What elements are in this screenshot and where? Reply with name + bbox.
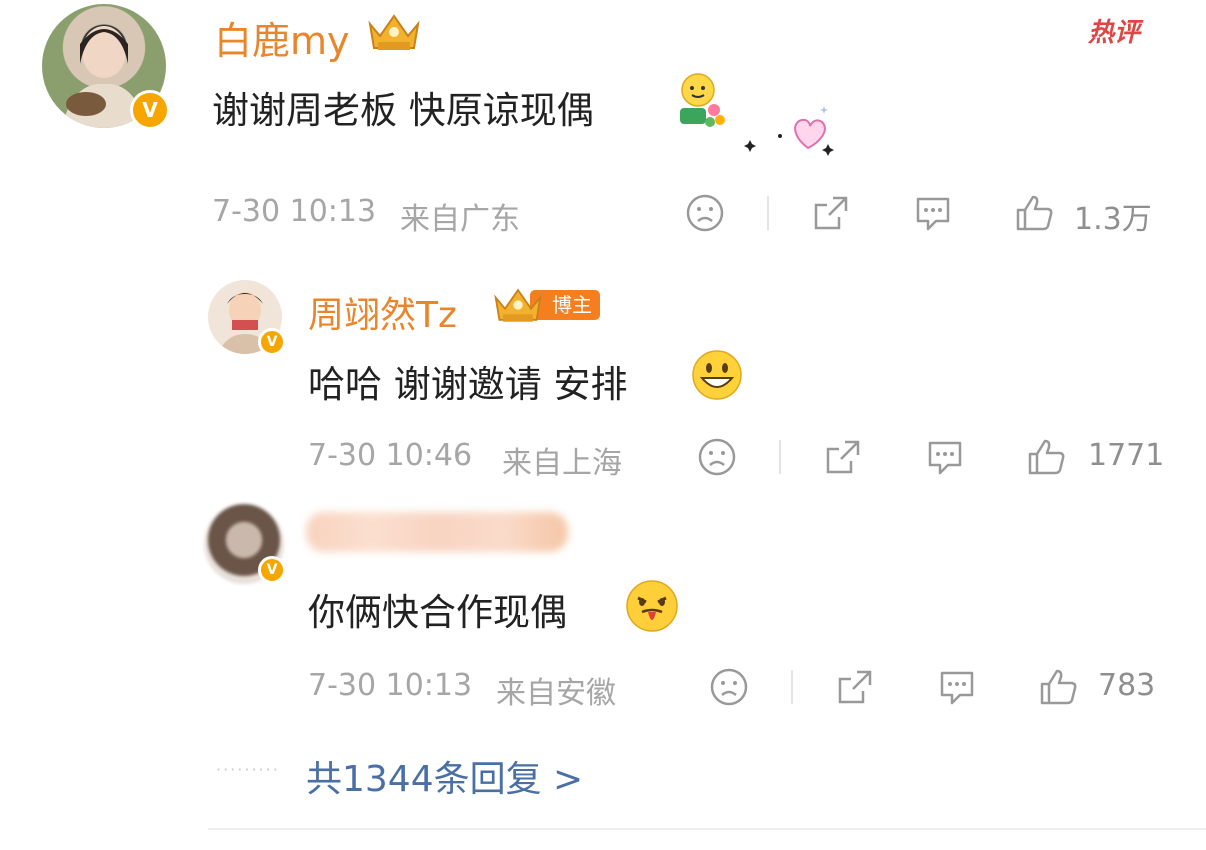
- like-button[interactable]: [1012, 190, 1058, 236]
- comment-location: 来自安徽: [496, 676, 616, 711]
- reply-button[interactable]: [922, 434, 968, 480]
- divider: [791, 670, 793, 704]
- more-replies-dots: ·········: [216, 760, 280, 779]
- sad-face-icon: [686, 194, 724, 232]
- username[interactable]: 白鹿my: [214, 10, 350, 65]
- reply-button[interactable]: [934, 664, 980, 710]
- comment-icon: [916, 197, 950, 231]
- verified-badge-icon: V: [258, 556, 286, 584]
- divider: [767, 196, 769, 230]
- crown-badge-icon: [368, 14, 420, 50]
- share-icon: [838, 670, 872, 704]
- comment-text: 谢谢周老板 快原谅现偶: [212, 89, 594, 132]
- share-button[interactable]: [820, 434, 866, 480]
- comment-text: 你俩快合作现偶: [308, 591, 567, 634]
- hot-comment-badge: 热评: [1088, 18, 1141, 48]
- share-icon: [826, 440, 860, 474]
- dislike-button[interactable]: [706, 664, 752, 710]
- comment-location: 来自广东: [400, 202, 520, 237]
- heart-sticker-icon: [744, 106, 834, 156]
- verified-badge-icon: V: [258, 328, 286, 356]
- comment-text: 哈哈 谢谢邀请 安排: [308, 363, 628, 406]
- view-all-replies-link[interactable]: 共1344条回复 >: [306, 750, 583, 802]
- comment-time: 7-30 10:13: [308, 668, 473, 703]
- sad-face-icon: [710, 668, 748, 706]
- like-button[interactable]: [1036, 664, 1082, 710]
- like-count: 1771: [1088, 438, 1165, 473]
- comment-time: 7-30 10:13: [212, 194, 377, 229]
- username[interactable]: 周翊然Tz: [308, 286, 457, 338]
- dislike-button[interactable]: [694, 434, 740, 480]
- sad-face-icon: [698, 438, 736, 476]
- share-icon: [814, 196, 848, 230]
- like-count: 1.3万: [1074, 202, 1152, 237]
- gift-emoji-icon: [680, 73, 725, 127]
- reply-button[interactable]: [910, 190, 956, 236]
- share-button[interactable]: [808, 190, 854, 236]
- like-button[interactable]: [1024, 434, 1070, 480]
- thumbs-up-icon: [1016, 195, 1053, 231]
- tongue-emoji-icon: [626, 580, 678, 632]
- comment-icon: [928, 441, 962, 475]
- dislike-button[interactable]: [682, 190, 728, 236]
- comment-icon: [940, 671, 974, 705]
- crown-badge-icon: [494, 288, 542, 322]
- grin-emoji-icon: [692, 350, 742, 400]
- thumbs-up-icon: [1040, 669, 1077, 705]
- verified-badge-icon: V: [130, 90, 170, 130]
- username-blurred[interactable]: [306, 512, 568, 552]
- bottom-divider: [208, 828, 1206, 830]
- divider: [779, 440, 781, 474]
- thumbs-up-icon: [1028, 439, 1065, 475]
- like-count: 783: [1098, 668, 1156, 703]
- share-button[interactable]: [832, 664, 878, 710]
- comment-location: 来自上海: [502, 446, 622, 481]
- comment-time: 7-30 10:46: [308, 438, 473, 473]
